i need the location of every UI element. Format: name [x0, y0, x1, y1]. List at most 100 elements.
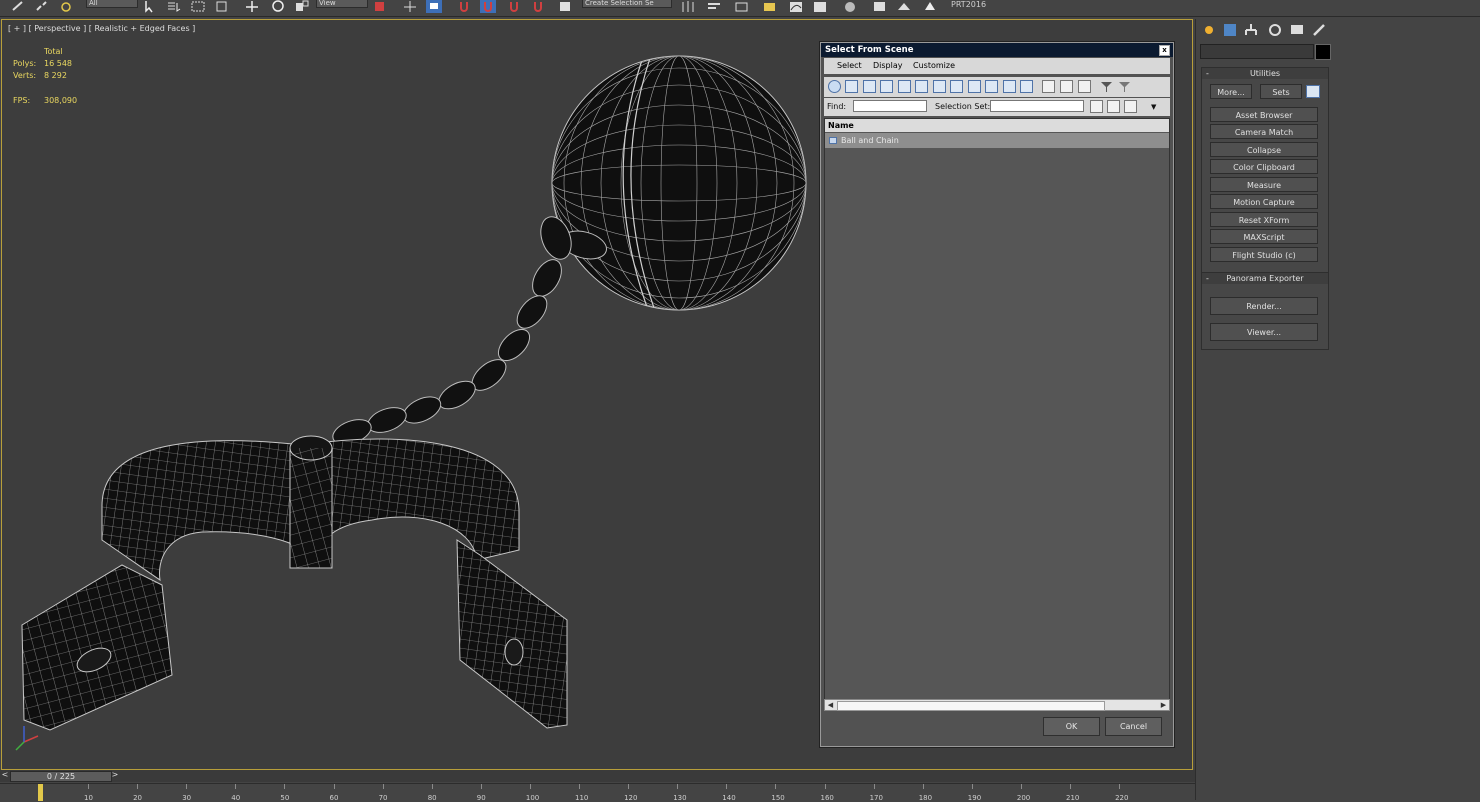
more-button[interactable]: More... — [1210, 84, 1252, 99]
sets-button[interactable]: Sets — [1260, 84, 1302, 99]
next-frame-button[interactable]: > — [110, 770, 120, 781]
display-bones-icon[interactable] — [968, 80, 981, 93]
display-shapes-icon[interactable] — [845, 80, 858, 93]
list-item[interactable]: Ball and Chain — [825, 133, 1169, 148]
create-tab-icon[interactable] — [1201, 22, 1217, 38]
find-input[interactable] — [853, 100, 927, 112]
scene-object-list[interactable]: Name Ball and Chain — [824, 118, 1170, 701]
motion-tab-icon[interactable] — [1267, 22, 1283, 38]
close-icon[interactable]: x — [1159, 45, 1170, 56]
create-selection-set-icon[interactable] — [1090, 100, 1103, 113]
column-header-name[interactable]: Name — [825, 119, 1169, 132]
panorama-render-button[interactable]: Render... — [1210, 297, 1318, 315]
render-icon[interactable] — [922, 0, 938, 13]
pivot-icon[interactable] — [372, 0, 388, 13]
utility-reset-xform[interactable]: Reset XForm — [1210, 212, 1318, 227]
angle-snap-icon[interactable] — [480, 0, 496, 13]
add-to-selection-set-icon[interactable] — [1107, 100, 1120, 113]
display-xrefs-icon[interactable] — [950, 80, 963, 93]
select-manipulate-icon[interactable] — [402, 0, 418, 13]
select-invert-icon[interactable] — [1078, 80, 1091, 93]
curve-editor-icon[interactable] — [788, 0, 804, 13]
color-swatch[interactable] — [1315, 44, 1331, 60]
utility-flight-studio[interactable]: Flight Studio (c) — [1210, 247, 1318, 262]
prt-label[interactable]: PRT2016 — [951, 0, 986, 9]
display-containers-icon[interactable] — [985, 80, 998, 93]
utility-camera-match[interactable]: Camera Match — [1210, 124, 1318, 139]
dialog-title-bar[interactable]: Select From Scene x — [821, 43, 1173, 57]
keyboard-override-icon[interactable] — [426, 0, 442, 13]
utilities-rollout-header[interactable]: - Utilities — [1202, 68, 1328, 79]
render-setup-icon[interactable] — [872, 0, 888, 13]
display-geometry-icon[interactable] — [828, 80, 841, 93]
current-frame-marker[interactable] — [38, 784, 43, 801]
selection-filter-dropdown[interactable]: All — [86, 0, 138, 8]
select-none-icon[interactable] — [1060, 80, 1073, 93]
graphite-icon[interactable] — [762, 0, 778, 13]
display-hidden-icon[interactable] — [1020, 80, 1033, 93]
material-editor-icon[interactable] — [842, 0, 858, 13]
link-icon[interactable] — [10, 0, 26, 13]
reference-coord-dropdown[interactable]: View — [316, 0, 368, 8]
select-icon[interactable] — [142, 0, 158, 13]
prev-frame-button[interactable]: < — [0, 770, 10, 781]
cancel-button[interactable]: Cancel — [1105, 717, 1162, 736]
select-by-name-icon[interactable] — [166, 0, 182, 13]
menu-select[interactable]: Select — [837, 61, 862, 70]
configure-button-sets-icon[interactable] — [1306, 85, 1320, 98]
utility-asset-browser[interactable]: Asset Browser — [1210, 107, 1318, 122]
select-all-icon[interactable] — [1042, 80, 1055, 93]
display-spacewarps-icon[interactable] — [915, 80, 928, 93]
ok-button[interactable]: OK — [1043, 717, 1100, 736]
horizontal-scrollbar[interactable]: ◀ ▶ — [824, 699, 1170, 711]
display-lights-icon[interactable] — [863, 80, 876, 93]
display-groups-icon[interactable] — [933, 80, 946, 93]
unlink-icon[interactable] — [34, 0, 50, 13]
expand-arrow-icon[interactable]: ▼ — [1151, 103, 1156, 111]
spinner-snap-icon[interactable] — [530, 0, 546, 13]
named-selection-dropdown[interactable]: Create Selection Se — [582, 0, 672, 8]
display-cameras-icon[interactable] — [880, 80, 893, 93]
utilities-tab-icon[interactable] — [1311, 22, 1327, 38]
edit-named-selection-icon[interactable] — [558, 0, 574, 13]
hierarchy-tab-icon[interactable] — [1243, 22, 1259, 38]
rendered-frame-icon[interactable] — [896, 0, 912, 13]
schematic-icon[interactable] — [812, 0, 828, 13]
scroll-left-icon[interactable]: ◀ — [826, 701, 835, 709]
mirror-icon[interactable] — [680, 0, 696, 13]
utilities-title: Utilities — [1249, 69, 1281, 78]
scale-icon[interactable] — [294, 0, 310, 13]
remove-from-selection-set-icon[interactable] — [1124, 100, 1137, 113]
scrollbar-thumb[interactable] — [837, 701, 1105, 711]
panorama-rollout-header[interactable]: - Panorama Exporter — [1202, 273, 1328, 284]
time-slider[interactable]: < 0 / 225 > — [0, 770, 1195, 782]
align-icon[interactable] — [706, 0, 722, 13]
utility-color-clipboard[interactable]: Color Clipboard — [1210, 159, 1318, 174]
utility-motion-capture[interactable]: Motion Capture — [1210, 194, 1318, 209]
display-helpers-icon[interactable] — [898, 80, 911, 93]
move-icon[interactable] — [244, 0, 260, 13]
percent-snap-icon[interactable] — [506, 0, 522, 13]
utility-collapse[interactable]: Collapse — [1210, 142, 1318, 157]
utility-measure[interactable]: Measure — [1210, 177, 1318, 192]
utility-maxscript[interactable]: MAXScript — [1210, 229, 1318, 244]
window-crossing-icon[interactable] — [214, 0, 230, 13]
rotate-icon[interactable] — [270, 0, 286, 13]
scroll-right-icon[interactable]: ▶ — [1159, 701, 1168, 709]
display-tab-icon[interactable] — [1289, 22, 1305, 38]
display-frozen-icon[interactable] — [1003, 80, 1016, 93]
command-panel-name-field[interactable] — [1200, 44, 1314, 59]
menu-customize[interactable]: Customize — [913, 61, 955, 70]
snap-icon[interactable] — [456, 0, 472, 13]
filter-options-icon[interactable] — [1118, 80, 1131, 93]
filter-icon[interactable] — [1100, 80, 1113, 93]
layer-icon[interactable] — [734, 0, 750, 13]
modify-tab-icon[interactable] — [1222, 22, 1238, 38]
selection-set-dropdown[interactable] — [990, 100, 1084, 112]
track-bar[interactable]: 10 20 30 40 50 60 70 80 90 100 110 120 130 140 150 160 1… — [0, 783, 1195, 802]
time-slider-thumb[interactable]: 0 / 225 — [10, 771, 112, 782]
bind-icon[interactable] — [58, 0, 74, 13]
menu-display[interactable]: Display — [873, 61, 903, 70]
rect-region-icon[interactable] — [190, 0, 206, 13]
panorama-viewer-button[interactable]: Viewer... — [1210, 323, 1318, 341]
